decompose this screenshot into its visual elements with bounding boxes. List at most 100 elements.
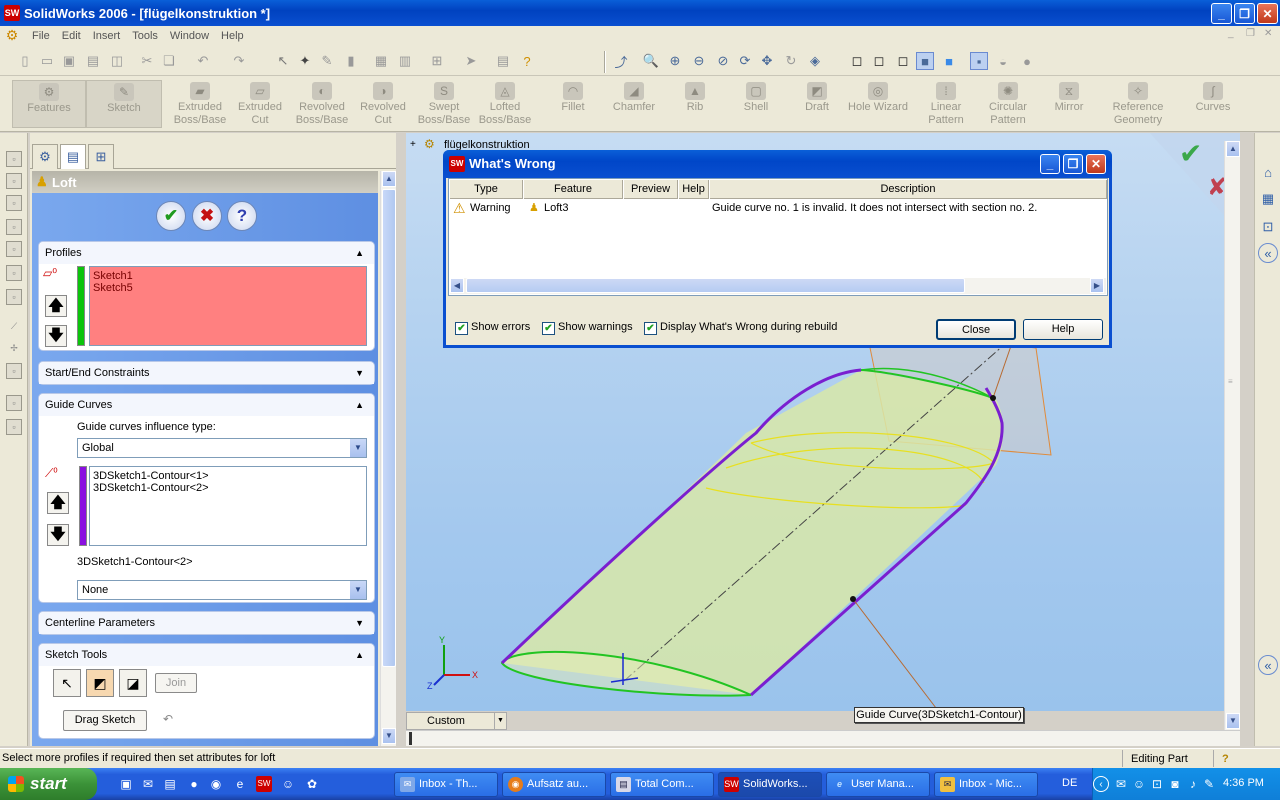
list-item[interactable]: 3DSketch1-Contour<1> — [93, 470, 363, 482]
scroll-down-button[interactable]: ▼ — [1226, 713, 1240, 729]
properties-icon[interactable]: ▤ — [494, 52, 512, 70]
collapse-pane-icon[interactable]: « — [1258, 243, 1278, 263]
guide-move-up-button[interactable]: 🡅 — [47, 492, 69, 514]
expand-pane-icon[interactable]: « — [1258, 655, 1278, 675]
show-desktop-icon[interactable]: ▣ — [118, 776, 134, 792]
graphics-vscrollbar[interactable]: ▲ ≡ ▼ — [1224, 141, 1240, 731]
show-warnings-checkbox[interactable]: ✔ — [542, 322, 555, 335]
mirror-button[interactable]: ⧖ Mirror — [1039, 80, 1099, 128]
open-icon[interactable]: ▭ — [38, 52, 56, 70]
scroll-down-button[interactable]: ▼ — [382, 728, 396, 744]
sketch-point-icon[interactable]: ✢ — [6, 341, 22, 357]
scroll-left-button[interactable]: ◀ — [450, 278, 464, 293]
tab-configuration-manager[interactable]: ⊞ — [88, 144, 114, 169]
close-window-button[interactable]: ✕ — [1257, 3, 1278, 24]
menu-tools[interactable]: Tools — [126, 30, 164, 42]
grid-icon[interactable]: ▦ — [372, 52, 390, 70]
centerline-header[interactable]: Centerline Parameters ▼ — [39, 612, 374, 634]
shaded-with-edges-icon[interactable]: ■ — [916, 52, 934, 70]
quicklaunch-commander-icon[interactable]: ▤ — [162, 776, 178, 792]
guide-curves-header[interactable]: Guide Curves ▲ — [39, 394, 374, 416]
list-item[interactable]: Sketch5 — [93, 282, 363, 294]
start-button[interactable]: start — [0, 768, 97, 800]
quicklaunch-media-icon[interactable]: ● — [186, 776, 202, 792]
list-item[interactable]: Sketch1 — [93, 270, 363, 282]
language-indicator[interactable]: DE — [1062, 777, 1077, 789]
tab-feature-manager[interactable]: ⚙ — [32, 144, 58, 169]
quicklaunch-thunderbird-icon[interactable]: ✉ — [140, 776, 156, 792]
features-tab[interactable]: ⚙ Features — [12, 80, 86, 128]
guide-curves-list[interactable]: 3DSketch1-Contour<1> 3DSketch1-Contour<2… — [89, 466, 367, 546]
save-icon[interactable]: ▣ — [60, 52, 78, 70]
tab-property-manager[interactable]: ▤ — [60, 144, 86, 169]
menu-help[interactable]: Help — [215, 30, 250, 42]
view-configuration-select[interactable]: Custom ▼ — [406, 712, 507, 730]
sketch-line-icon[interactable]: ⟋ — [6, 319, 22, 335]
tray-messenger-icon[interactable]: ☺ — [1131, 776, 1147, 792]
scroll-thumb[interactable] — [466, 278, 965, 293]
guide-tangency-select[interactable]: None ▼ — [77, 580, 367, 600]
solidworks-logo-icon[interactable]: ⚙ — [2, 27, 22, 45]
filter-icon[interactable]: ✦ — [296, 52, 314, 70]
revolved-boss-button[interactable]: ◐ Revolved Boss/Base — [292, 80, 352, 128]
drag-sketch-tool-button[interactable]: ◪ — [119, 669, 147, 697]
column-header-description[interactable]: Description — [710, 180, 1107, 199]
extruded-cut-button[interactable]: ▱ Extruded Cut — [230, 80, 290, 128]
reference-geometry-button[interactable]: ✧ Reference Geometry — [1108, 80, 1168, 128]
hidden-lines-removed-icon[interactable]: ◻ — [894, 52, 912, 70]
move-up-button[interactable]: 🡅 — [45, 295, 67, 317]
pan-icon[interactable]: ✥ — [758, 52, 776, 70]
hole-wizard-button[interactable]: ◎ Hole Wizard — [848, 80, 908, 128]
move-down-button[interactable]: 🡇 — [45, 325, 67, 347]
previous-view-icon[interactable]: ⤴ — [612, 52, 630, 70]
quicklaunch-app-icon[interactable]: ✿ — [304, 776, 320, 792]
taskbar-item-solidworks[interactable]: SW SolidWorks... — [718, 772, 822, 797]
profiles-header[interactable]: Profiles ▲ — [39, 242, 374, 264]
shaded-icon[interactable]: ■ — [940, 52, 958, 70]
view-front-icon[interactable]: ▫ — [6, 151, 22, 167]
scroll-up-button[interactable]: ▲ — [382, 171, 396, 187]
view-iso-icon[interactable]: ▫ — [6, 289, 22, 305]
column-header-help[interactable]: Help — [679, 180, 709, 199]
taskbar-item-aufsatz[interactable]: ◉ Aufsatz au... — [502, 772, 606, 797]
view-left-icon[interactable]: ▫ — [6, 195, 22, 211]
wireframe-icon[interactable]: ◻ — [848, 52, 866, 70]
view-right-icon[interactable]: ▫ — [6, 219, 22, 235]
file-explorer-icon[interactable]: ⊡ — [1258, 217, 1278, 237]
new-icon[interactable]: ▯ — [16, 52, 34, 70]
dialog-maximize-button[interactable]: ❐ — [1063, 154, 1083, 174]
graphics-hscrollbar[interactable] — [406, 730, 1240, 746]
zoom-to-fit-icon[interactable]: 🔍 — [642, 52, 660, 70]
taskbar-item-total-commander[interactable]: ▤ Total Com... — [610, 772, 714, 797]
table-hscrollbar[interactable]: ◀ ▶ — [450, 278, 1106, 294]
zoom-selection-icon[interactable]: ⊘ — [714, 52, 732, 70]
start-end-header[interactable]: Start/End Constraints ▼ — [39, 362, 374, 384]
dialog-minimize-button[interactable]: _ — [1040, 154, 1060, 174]
tray-antivirus-icon[interactable]: ◙ — [1167, 776, 1183, 792]
join-button[interactable]: Join — [155, 673, 197, 693]
minimize-button[interactable]: _ — [1211, 3, 1232, 24]
view-bottom-icon[interactable]: ▫ — [6, 265, 22, 281]
pm-scrollbar[interactable]: ▲ ▼ — [380, 171, 396, 746]
help-icon[interactable]: ? — [518, 52, 536, 70]
scroll-thumb[interactable] — [382, 189, 396, 667]
quicklaunch-solidworks-icon[interactable]: SW — [256, 776, 272, 792]
column-header-type[interactable]: Type — [450, 180, 523, 199]
zoom-in-out-icon[interactable]: ⊖ — [690, 52, 708, 70]
column-header-feature[interactable]: Feature — [524, 180, 623, 199]
dialog-help-button[interactable]: Help — [1023, 319, 1103, 340]
dialog-close-button[interactable]: ✕ — [1086, 154, 1106, 174]
column-header-preview[interactable]: Preview — [624, 180, 678, 199]
realview-icon[interactable]: ● — [1018, 52, 1036, 70]
influence-type-select[interactable]: Global ▼ — [77, 438, 367, 458]
cut-icon[interactable]: ✂ — [138, 52, 156, 70]
profiles-list[interactable]: Sketch1 Sketch5 — [89, 266, 367, 346]
swept-boss-button[interactable]: S Swept Boss/Base — [414, 80, 474, 128]
sketch-tab[interactable]: ✎ Sketch — [86, 80, 162, 128]
menu-edit[interactable]: Edit — [56, 30, 87, 42]
sketch-relations-icon[interactable]: ▫ — [6, 363, 22, 379]
roll-view-icon[interactable]: ↻ — [782, 52, 800, 70]
menu-insert[interactable]: Insert — [87, 30, 127, 42]
zoom-area-icon[interactable]: ⊕ — [666, 52, 684, 70]
rebuild-icon[interactable]: ▥ — [396, 52, 414, 70]
